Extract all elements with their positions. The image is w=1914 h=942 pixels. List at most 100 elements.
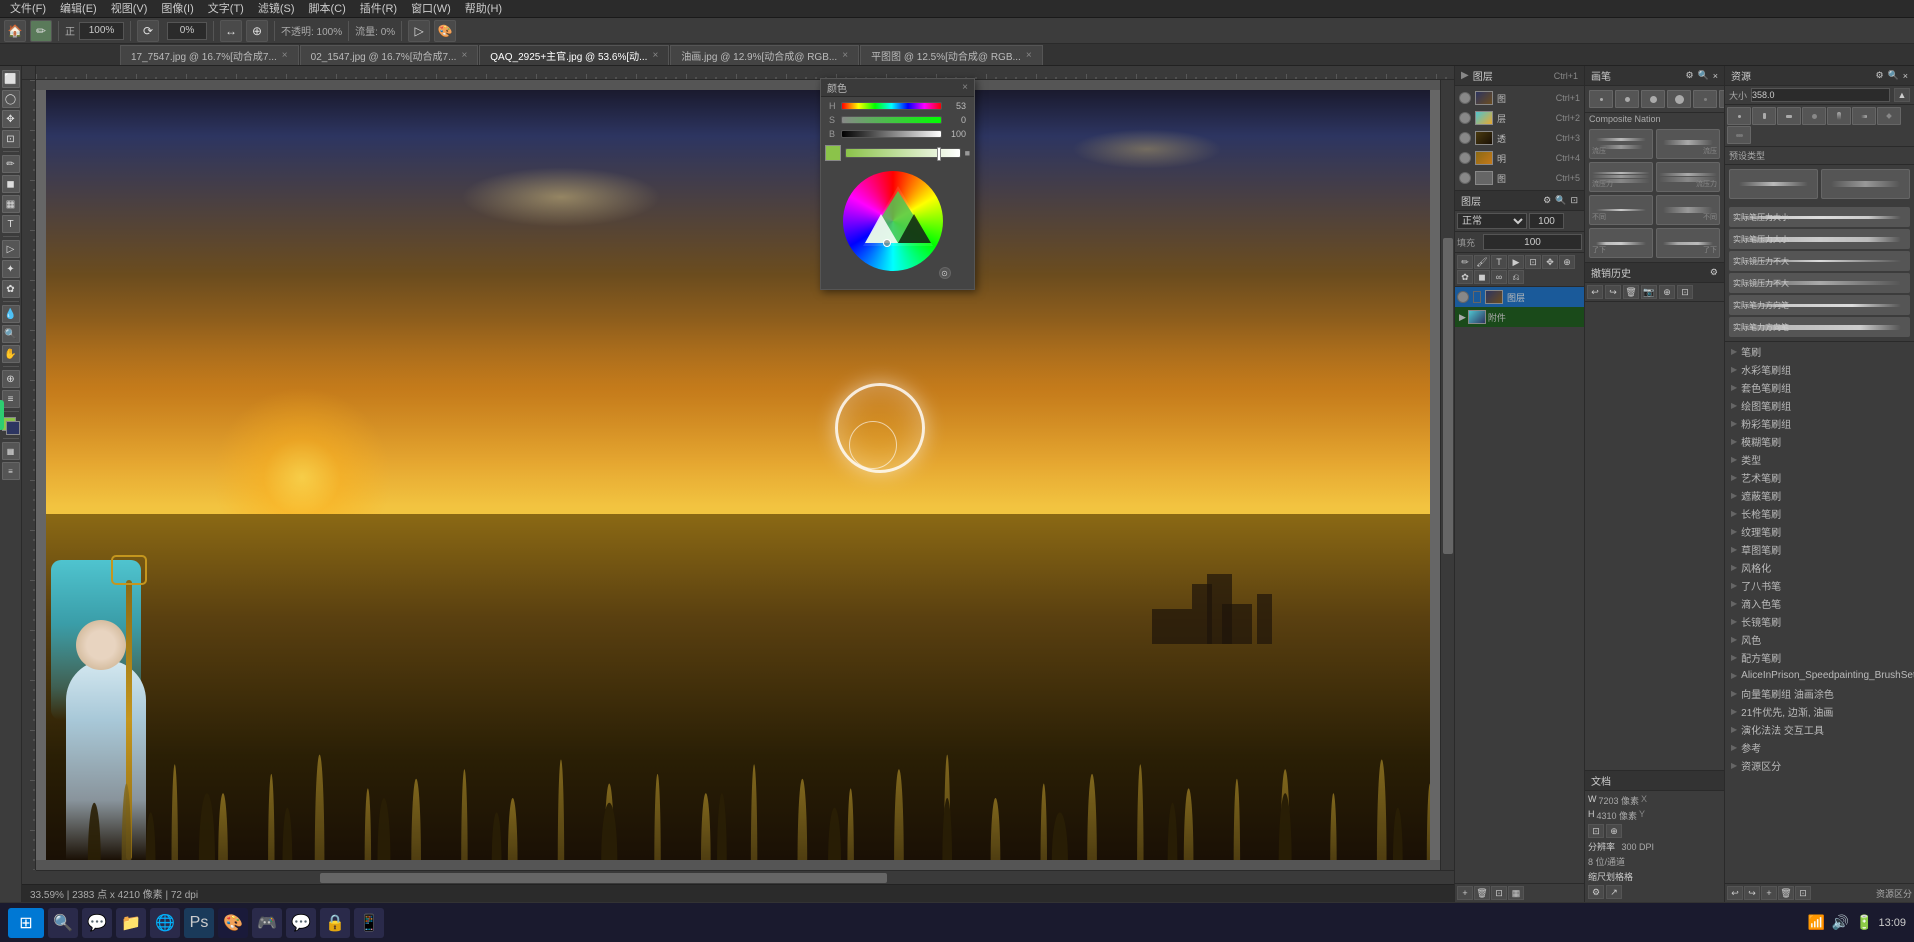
layer-active-vis[interactable] — [1457, 291, 1469, 303]
cat-item-calligraphy[interactable]: ▶ 了八书笔 — [1725, 576, 1914, 594]
layer-item-0[interactable]: 图 Ctrl+1 — [1457, 88, 1582, 108]
tray-network[interactable]: 📶 — [1806, 913, 1826, 933]
layer-flatten-btn[interactable]: ▦ — [1508, 886, 1524, 900]
taskbar-game[interactable]: 🎮 — [252, 908, 282, 938]
brush-preset-5[interactable]: 不同 — [1589, 195, 1653, 225]
history-panel-header[interactable]: 撤销历史 ⚙ — [1585, 263, 1724, 283]
menu-filter[interactable]: 滤镜(S) — [252, 0, 301, 18]
tool-misc2[interactable]: ≡ — [2, 390, 20, 408]
doc-export-btn[interactable]: ↗ — [1606, 885, 1622, 899]
tray-clock[interactable]: 13:09 — [1878, 917, 1906, 929]
tool-brush[interactable]: ✏ — [30, 20, 52, 42]
taskbar-msg[interactable]: 💬 — [286, 908, 316, 938]
taskbar-security[interactable]: 🔒 — [320, 908, 350, 938]
tab-3[interactable]: 油画.jpg @ 12.9%[动合成@ RGB... × — [670, 45, 859, 65]
hscroll-thumb[interactable] — [320, 873, 887, 883]
vscroll-thumb[interactable] — [1443, 238, 1453, 554]
color-panel-close[interactable]: × — [962, 82, 968, 93]
brush-type-1[interactable] — [1727, 107, 1751, 125]
brush-size-4[interactable] — [1667, 90, 1691, 108]
tab-2[interactable]: QAQ_2925+主官.jpg @ 53.6%[动... × — [479, 45, 669, 65]
background-color[interactable] — [6, 421, 20, 435]
brush-type-8[interactable] — [1727, 126, 1751, 144]
tool-extra2[interactable]: ≡ — [2, 462, 20, 480]
opacity-input[interactable] — [1529, 213, 1564, 229]
brush-type-7[interactable] — [1877, 107, 1901, 125]
size-up-btn[interactable]: ▲ — [1894, 88, 1910, 102]
menu-plugin[interactable]: 插件(R) — [354, 0, 403, 18]
stroke-item-2[interactable]: 实际笔压力大小 — [1729, 229, 1910, 249]
tool-gradient[interactable]: ▦ — [2, 195, 20, 213]
layer-tool-1[interactable]: ✏ — [1457, 255, 1473, 269]
far-right-btn-2[interactable]: ↪ — [1744, 886, 1760, 900]
stroke-item-1[interactable]: 实际笔压力大小 — [1729, 207, 1910, 227]
tab-3-close[interactable]: × — [842, 50, 848, 61]
layer-vis-0[interactable] — [1459, 92, 1471, 104]
doc-icon-2[interactable]: ⊕ — [1606, 824, 1622, 838]
tool-extra1[interactable]: ▦ — [2, 442, 20, 460]
tool-vector-shape[interactable]: ▷ — [2, 240, 20, 258]
hue-track[interactable] — [841, 102, 942, 110]
stroke-item-3[interactable]: 实际镜压力不大 — [1729, 251, 1910, 271]
brush-preset-6[interactable]: 不同 — [1656, 195, 1720, 225]
layers-panel-header[interactable]: ▶ 图层 Ctrl+1 — [1455, 66, 1584, 86]
tool-crop[interactable]: ⊡ — [2, 130, 20, 148]
menu-window[interactable]: 窗口(W) — [405, 0, 457, 18]
brush-type-2[interactable] — [1752, 107, 1776, 125]
brush-close-btn[interactable]: × — [1713, 71, 1718, 81]
color-panel-header[interactable]: 颜色 × — [821, 79, 974, 97]
tool-transform[interactable]: ✥ — [2, 110, 20, 128]
brush-type-6[interactable] — [1852, 107, 1876, 125]
tool-text[interactable]: T — [2, 215, 20, 233]
tab-0[interactable]: 17_7547.jpg @ 16.7%[动合成7... × — [120, 45, 299, 65]
far-right-btn-3[interactable]: + — [1761, 886, 1777, 900]
resources-close[interactable]: × — [1903, 71, 1908, 81]
layer-tool-2[interactable]: 🖌 — [1474, 255, 1490, 269]
bright-track[interactable] — [841, 130, 942, 138]
layer-tool-7[interactable]: ⊕ — [1559, 255, 1575, 269]
resources-search[interactable]: 🔍 — [1888, 70, 1899, 81]
layers-expand-btn[interactable]: ⊡ — [1570, 195, 1578, 206]
taskbar-browser[interactable]: 🌐 — [150, 908, 180, 938]
color-wheel[interactable] — [843, 171, 943, 271]
tool-fill[interactable]: ◼ — [2, 175, 20, 193]
brush-size-3[interactable] — [1641, 90, 1665, 108]
tray-volume[interactable]: 🔊 — [1830, 913, 1850, 933]
cat-item-wind[interactable]: ▶ 风色 — [1725, 630, 1914, 648]
layer-tool-6[interactable]: ✥ — [1542, 255, 1558, 269]
cat-item-texture[interactable]: ▶ 纹理笔刷 — [1725, 522, 1914, 540]
resources-header[interactable]: 资源 ⚙ 🔍 × — [1725, 66, 1914, 86]
layer-item-1[interactable]: 层 Ctrl+2 — [1457, 108, 1582, 128]
tool-warp[interactable]: ⊕ — [246, 20, 268, 42]
layer-tool-11[interactable]: ⎌ — [1508, 270, 1524, 284]
menu-text[interactable]: 文字(T) — [202, 0, 250, 18]
cat-item-evolve[interactable]: ▶ 演化法法 交互工具 — [1725, 720, 1914, 738]
vertical-scrollbar[interactable] — [1440, 80, 1454, 870]
tool-rotate-canvas[interactable]: ⟳ — [137, 20, 159, 42]
tool-color-picker[interactable]: 🎨 — [434, 20, 456, 42]
cat-item-swatch[interactable]: ▶ 套色笔刷组 — [1725, 378, 1914, 396]
layer-vis-2[interactable] — [1459, 132, 1471, 144]
tool-home[interactable]: 🏠 — [4, 20, 26, 42]
color-wheel-dot[interactable] — [883, 239, 891, 247]
tool-select-circle[interactable]: ◯ — [2, 90, 20, 108]
size-input[interactable] — [1751, 88, 1890, 102]
layer-item-4[interactable]: 图 Ctrl+5 — [1457, 168, 1582, 188]
horizontal-scrollbar[interactable] — [36, 870, 1454, 884]
menu-image[interactable]: 图像(I) — [155, 0, 199, 18]
res-preset-2[interactable] — [1821, 169, 1910, 199]
cat-item-drawing[interactable]: ▶ 绘图笔刷组 — [1725, 396, 1914, 414]
color-swatch-fg[interactable] — [825, 145, 841, 161]
layer-tool-8[interactable]: ✿ — [1457, 270, 1473, 284]
history-clear-btn[interactable]: 🗑 — [1623, 285, 1639, 299]
layer-delete-btn[interactable]: 🗑 — [1474, 886, 1490, 900]
cat-item-watercolor[interactable]: ▶ 水彩笔刷组 — [1725, 360, 1914, 378]
cat-item-brushes[interactable]: ▶ 笔刷 — [1725, 342, 1914, 360]
layer-item-3[interactable]: 明 Ctrl+4 — [1457, 148, 1582, 168]
tool-smart-patch[interactable]: ✿ — [2, 280, 20, 298]
menu-help[interactable]: 帮助(H) — [459, 0, 508, 18]
cat-item-alice[interactable]: ▶ AliceInPrison_Speedpainting_BrushSet — [1725, 666, 1914, 684]
cat-item-stylize[interactable]: ▶ 风格化 — [1725, 558, 1914, 576]
tool-zoom[interactable]: 🔍 — [2, 325, 20, 343]
history-snapshot-btn[interactable]: 📷 — [1641, 285, 1657, 299]
